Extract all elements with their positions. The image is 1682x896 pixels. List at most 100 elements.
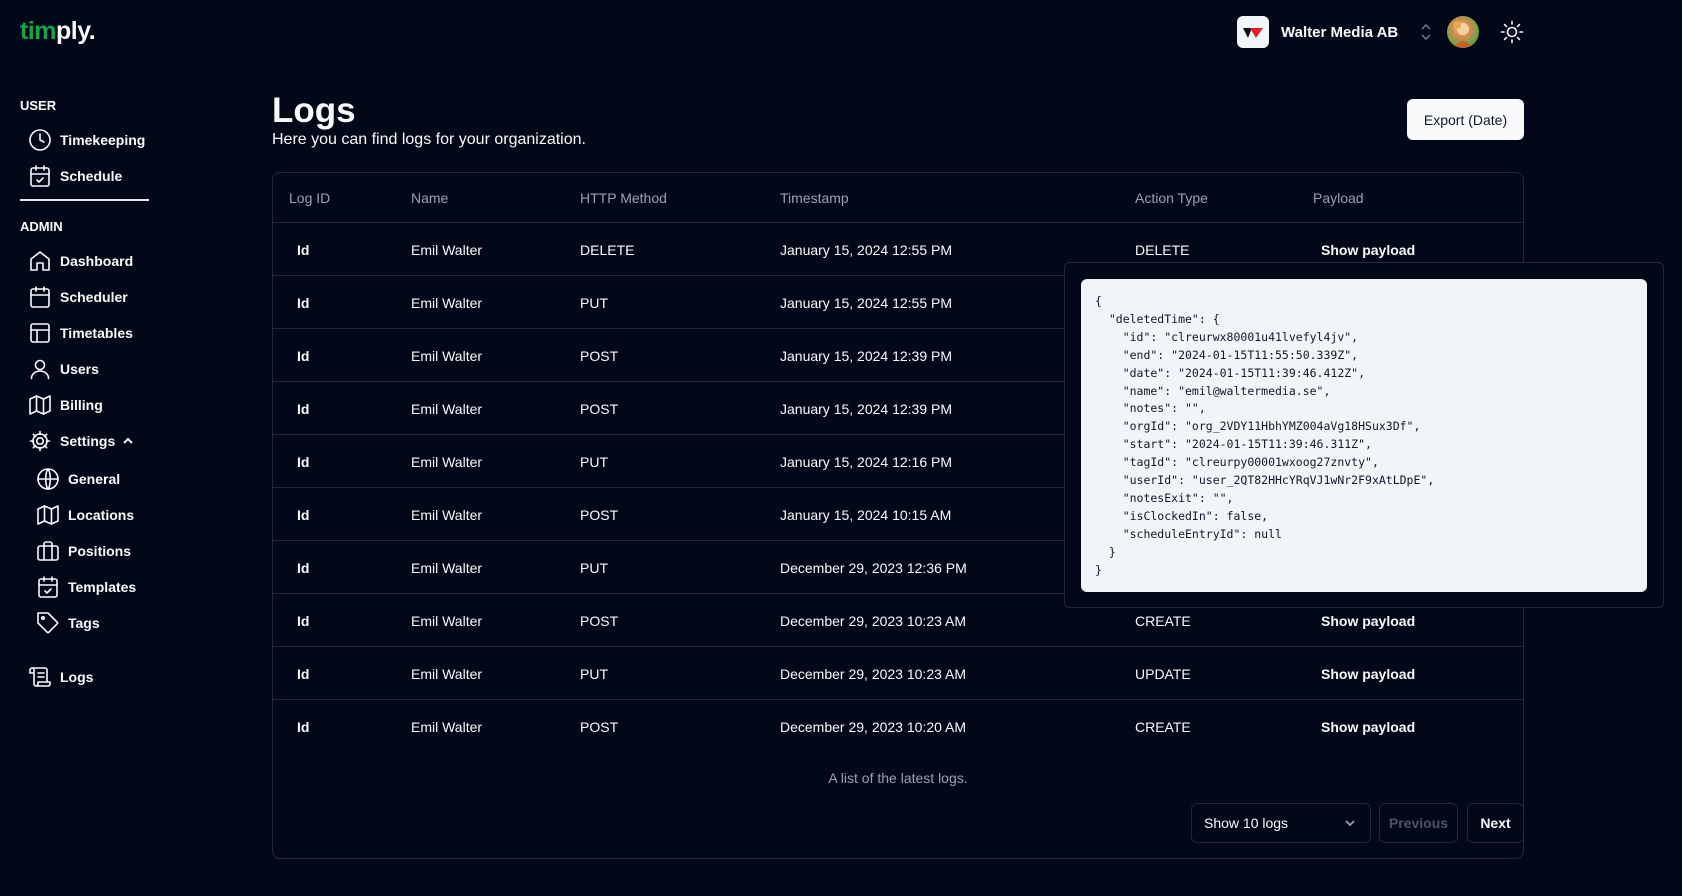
log-action: CREATE: [1135, 613, 1191, 629]
chevron-up-icon: [115, 434, 135, 448]
sidebar-item-label: Settings: [60, 433, 116, 449]
page-title: Logs: [272, 91, 356, 130]
column-header-http-method: HTTP Method: [580, 190, 667, 206]
sidebar-item-billing[interactable]: Billing: [28, 391, 103, 419]
chevron-down-icon: [1342, 815, 1358, 831]
scroll-icon: [28, 665, 52, 689]
log-timestamp: January 15, 2024 12:16 PM: [780, 454, 953, 470]
log-id: Id: [297, 454, 310, 470]
log-id: Id: [297, 295, 310, 311]
home-icon: [28, 249, 52, 273]
payload-code-block: { "deletedTime": { "id": "clreurwx80001u…: [1081, 279, 1647, 592]
show-payload-button[interactable]: Show payload: [1321, 666, 1415, 682]
log-method: POST: [580, 719, 619, 735]
show-payload-button[interactable]: Show payload: [1321, 242, 1415, 258]
calendar-check-icon: [36, 575, 60, 599]
show-payload-button[interactable]: Show payload: [1321, 613, 1415, 629]
log-method: PUT: [580, 560, 608, 576]
logo-part-ply: ply.: [56, 17, 96, 45]
log-name: Emil Walter: [411, 613, 483, 629]
show-payload-button[interactable]: Show payload: [1321, 719, 1415, 735]
sidebar-item-timetables[interactable]: Timetables: [28, 319, 133, 347]
previous-page-button[interactable]: Previous: [1379, 803, 1458, 843]
sidebar-item-label: General: [68, 471, 121, 487]
sidebar-item-label: Billing: [60, 397, 103, 413]
log-method: DELETE: [580, 242, 635, 258]
log-method: POST: [580, 507, 619, 523]
sidebar-item-label: Dashboard: [60, 253, 134, 269]
log-method: POST: [580, 401, 619, 417]
column-header-timestamp: Timestamp: [780, 190, 849, 206]
sidebar-item-logs[interactable]: Logs: [28, 663, 93, 691]
sun-icon[interactable]: [1500, 20, 1524, 44]
log-name: Emil Walter: [411, 242, 483, 258]
map-icon: [28, 393, 52, 417]
page-size-select[interactable]: Show 10 logs: [1191, 803, 1371, 843]
clock-icon: [28, 128, 52, 152]
sidebar-item-timekeeping[interactable]: Timekeeping: [28, 126, 145, 154]
sidebar-item-label: Users: [60, 361, 99, 377]
sidebar-item-dashboard[interactable]: Dashboard: [28, 247, 133, 275]
next-page-button[interactable]: Next: [1467, 803, 1524, 843]
column-header-action-type: Action Type: [1135, 190, 1208, 206]
sidebar-item-scheduler[interactable]: Scheduler: [28, 283, 128, 311]
logo-part-tim: tim: [20, 17, 57, 45]
table-row: Id Emil Walter PUT December 29, 2023 10:…: [273, 647, 1523, 700]
log-id: Id: [297, 507, 310, 523]
calendar-icon: [28, 285, 52, 309]
log-id: Id: [297, 348, 310, 364]
sidebar-item-tags[interactable]: Tags: [36, 609, 100, 637]
org-logo-icon: [1237, 16, 1269, 48]
log-name: Emil Walter: [411, 348, 483, 364]
log-id: Id: [297, 560, 310, 576]
log-timestamp: January 15, 2024 12:55 PM: [780, 242, 953, 258]
log-id: Id: [297, 719, 310, 735]
log-name: Emil Walter: [411, 719, 483, 735]
log-name: Emil Walter: [411, 295, 483, 311]
admin-section-label: ADMIN: [20, 219, 63, 234]
page-subtitle: Here you can find logs for your organiza…: [272, 131, 586, 148]
log-timestamp: January 15, 2024 12:39 PM: [780, 401, 953, 417]
sidebar-item-label: Tags: [68, 615, 100, 631]
log-name: Emil Walter: [411, 507, 483, 523]
log-timestamp: January 15, 2024 10:15 AM: [780, 507, 952, 523]
sidebar-item-templates[interactable]: Templates: [36, 573, 136, 601]
log-name: Emil Walter: [411, 666, 483, 682]
user-icon: [28, 357, 52, 381]
chevrons-up-down-icon: [1418, 22, 1434, 42]
map-icon: [36, 503, 60, 527]
sidebar-item-schedule[interactable]: Schedule: [28, 162, 122, 190]
sidebar-item-locations[interactable]: Locations: [36, 501, 134, 529]
export-date-button[interactable]: Export (Date): [1407, 99, 1524, 140]
table-header: Log ID Name HTTP Method Timestamp Action…: [273, 173, 1523, 223]
org-name: Walter Media AB: [1281, 23, 1399, 41]
log-name: Emil Walter: [411, 560, 483, 576]
sidebar-item-label: Logs: [60, 669, 94, 685]
sidebar-item-positions[interactable]: Positions: [36, 537, 131, 565]
log-action: UPDATE: [1135, 666, 1191, 682]
sidebar-item-settings[interactable]: Settings: [28, 427, 135, 455]
log-id: Id: [297, 613, 310, 629]
tag-icon: [36, 611, 60, 635]
table-icon: [28, 321, 52, 345]
log-name: Emil Walter: [411, 454, 483, 470]
column-header-log-id: Log ID: [289, 190, 331, 206]
sidebar-item-label: Positions: [68, 543, 132, 559]
log-id: Id: [297, 401, 310, 417]
table-row: Id Emil Walter POST December 29, 2023 10…: [273, 700, 1523, 753]
user-avatar[interactable]: [1447, 16, 1479, 48]
sidebar-item-general[interactable]: General: [36, 465, 120, 493]
payload-popover: { "deletedTime": { "id": "clreurwx80001u…: [1064, 262, 1664, 608]
briefcase-icon: [36, 539, 60, 563]
log-timestamp: December 29, 2023 10:20 AM: [780, 719, 967, 735]
sidebar-item-users[interactable]: Users: [28, 355, 99, 383]
column-header-payload: Payload: [1313, 190, 1364, 206]
org-switcher[interactable]: Walter Media AB: [1237, 16, 1434, 48]
log-timestamp: December 29, 2023 10:23 AM: [780, 666, 967, 682]
log-method: PUT: [580, 454, 608, 470]
log-id: Id: [297, 666, 310, 682]
sidebar-item-label: Templates: [68, 579, 137, 595]
app-logo[interactable]: timply.: [20, 17, 96, 46]
log-method: PUT: [580, 666, 608, 682]
log-id: Id: [297, 242, 310, 258]
